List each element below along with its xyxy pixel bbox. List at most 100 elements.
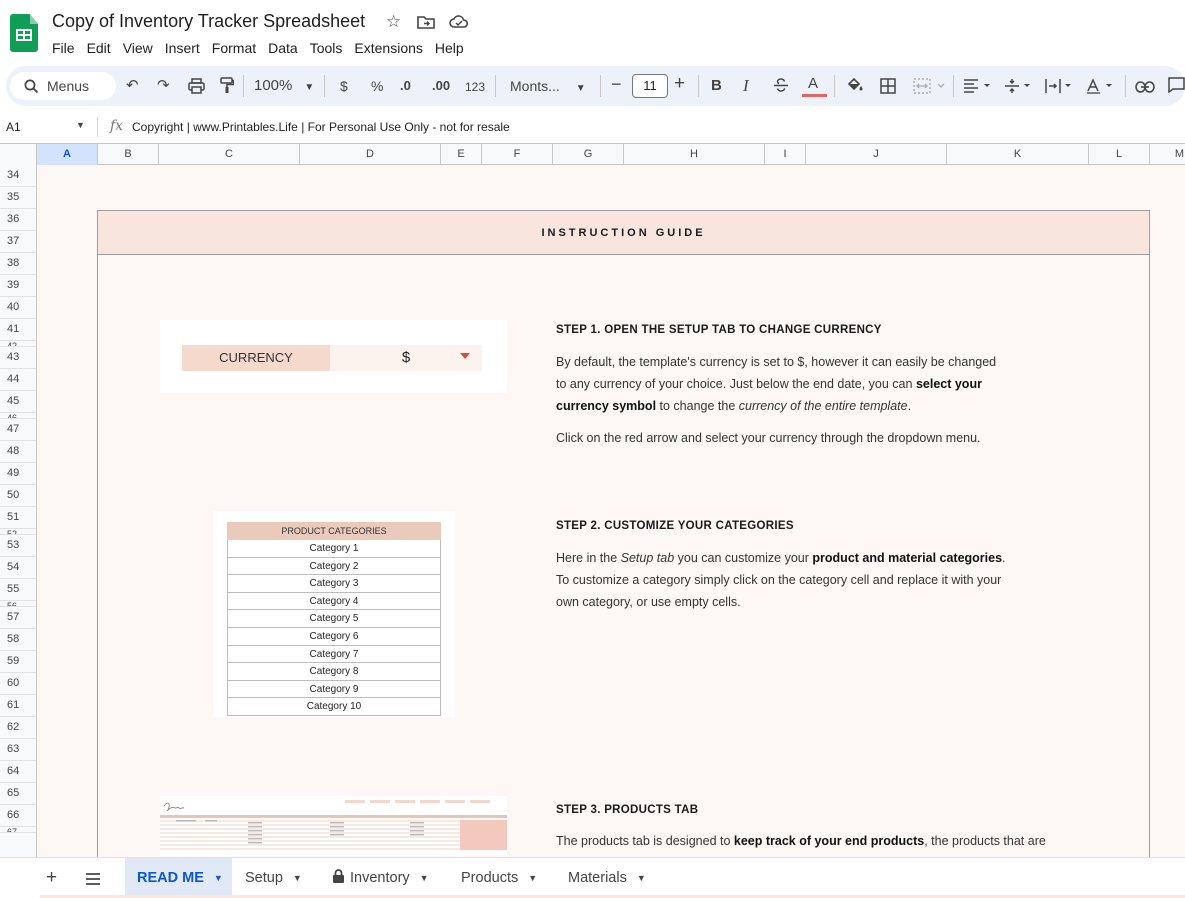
column-header[interactable]: K bbox=[947, 144, 1089, 165]
row-header[interactable]: 65 bbox=[0, 783, 36, 805]
row-header[interactable]: 49 bbox=[0, 463, 36, 485]
font-select[interactable]: Monts... ▼ bbox=[510, 76, 586, 99]
insert-comment-icon[interactable] bbox=[1168, 77, 1185, 99]
row-header[interactable]: 66 bbox=[0, 805, 36, 827]
add-sheet-icon[interactable]: + bbox=[46, 867, 57, 889]
row-header[interactable]: 37 bbox=[0, 231, 36, 253]
row-header[interactable]: 35 bbox=[0, 187, 36, 209]
column-header[interactable]: E bbox=[441, 144, 482, 165]
row-header[interactable]: 67 bbox=[0, 827, 36, 833]
row-header[interactable]: 34 bbox=[0, 165, 36, 187]
row-header[interactable]: 45 bbox=[0, 391, 36, 413]
undo-icon[interactable]: ↶ bbox=[126, 76, 139, 96]
row-header[interactable]: 40 bbox=[0, 297, 36, 319]
increase-decimal-button[interactable]: .00 bbox=[432, 76, 450, 96]
fx-icon: fx bbox=[110, 118, 124, 134]
row-header[interactable]: 48 bbox=[0, 441, 36, 463]
row-header[interactable]: 43 bbox=[0, 347, 36, 369]
paint-format-icon[interactable] bbox=[220, 77, 235, 100]
text-wrap-icon[interactable] bbox=[1045, 78, 1077, 100]
column-header[interactable]: M bbox=[1150, 144, 1185, 165]
text-color-button[interactable]: A bbox=[808, 74, 818, 94]
chevron-down-icon[interactable]: ▼ bbox=[76, 120, 85, 130]
menu-format[interactable]: Format bbox=[206, 39, 262, 57]
tab-inventory[interactable]: Inventory ▼ bbox=[320, 858, 441, 896]
row-header[interactable]: 57 bbox=[0, 607, 36, 629]
row-header[interactable]: 63 bbox=[0, 739, 36, 761]
row-header[interactable]: 41 bbox=[0, 319, 36, 341]
font-size-input[interactable]: 11 bbox=[632, 74, 668, 98]
document-title[interactable]: Copy of Inventory Tracker Spreadsheet bbox=[52, 11, 365, 32]
column-header[interactable]: G bbox=[553, 144, 624, 165]
redo-icon[interactable]: ↷ bbox=[157, 76, 170, 96]
row-header[interactable]: 44 bbox=[0, 369, 36, 391]
number-format-button[interactable]: 123 bbox=[465, 77, 485, 97]
column-header[interactable]: A bbox=[37, 144, 98, 165]
select-all-corner[interactable] bbox=[0, 144, 37, 165]
column-header[interactable]: B bbox=[98, 144, 159, 165]
insert-link-icon[interactable] bbox=[1135, 79, 1155, 99]
text-rotation-icon[interactable] bbox=[1086, 78, 1118, 100]
row-header[interactable]: 62 bbox=[0, 717, 36, 739]
tab-setup[interactable]: Setup ▼ bbox=[233, 858, 314, 896]
menu-edit[interactable]: Edit bbox=[81, 39, 117, 57]
currency-format-button[interactable]: $ bbox=[340, 76, 348, 96]
horizontal-align-icon[interactable] bbox=[963, 78, 995, 100]
row-header[interactable]: 60 bbox=[0, 673, 36, 695]
menu-insert[interactable]: Insert bbox=[159, 39, 206, 57]
menu-file[interactable]: File bbox=[52, 39, 81, 57]
row-header[interactable]: 38 bbox=[0, 253, 36, 275]
column-header[interactable]: J bbox=[806, 144, 947, 165]
row-header[interactable]: 51 bbox=[0, 507, 36, 529]
borders-icon[interactable] bbox=[880, 78, 896, 100]
star-icon[interactable]: ☆ bbox=[386, 12, 401, 32]
row-header[interactable]: 50 bbox=[0, 485, 36, 507]
tab-products[interactable]: Products ▼ bbox=[449, 858, 549, 896]
column-header[interactable]: L bbox=[1089, 144, 1150, 165]
vertical-align-icon[interactable] bbox=[1004, 78, 1036, 100]
sheet-grid[interactable]: INSTRUCTION GUIDE CURRENCY $ PRODUCT CAT… bbox=[37, 165, 1185, 857]
menu-extensions[interactable]: Extensions bbox=[348, 39, 428, 57]
bold-button[interactable]: B bbox=[711, 76, 722, 96]
menu-data[interactable]: Data bbox=[262, 39, 304, 57]
row-header[interactable]: 47 bbox=[0, 419, 36, 441]
tab-read-me[interactable]: READ ME ▼ bbox=[125, 858, 232, 896]
menus-search-button[interactable]: Menus bbox=[10, 72, 116, 100]
menu-tools[interactable]: Tools bbox=[304, 39, 349, 57]
text-color-letter: A bbox=[808, 75, 819, 92]
decrease-decimal-button[interactable]: .0 bbox=[400, 76, 411, 96]
column-header[interactable]: C bbox=[159, 144, 300, 165]
row-header[interactable]: 36 bbox=[0, 209, 36, 231]
row-headers: 34 35 36 37 38 39 40 41 42 43 44 45 46 4… bbox=[0, 165, 37, 857]
name-box[interactable]: A1 bbox=[6, 120, 21, 134]
merge-cells-icon[interactable] bbox=[913, 78, 945, 100]
decrease-font-size-button[interactable]: − bbox=[611, 74, 622, 94]
menu-view[interactable]: View bbox=[117, 39, 159, 57]
row-header[interactable]: 61 bbox=[0, 695, 36, 717]
row-header[interactable]: 39 bbox=[0, 275, 36, 297]
cloud-status-icon[interactable] bbox=[449, 14, 469, 34]
increase-font-size-button[interactable]: + bbox=[674, 74, 685, 94]
column-header[interactable]: D bbox=[300, 144, 441, 165]
all-sheets-icon[interactable] bbox=[85, 872, 101, 890]
zoom-select[interactable]: 100% ▼ bbox=[254, 76, 314, 98]
row-header[interactable]: 53 bbox=[0, 535, 36, 557]
row-header[interactable]: 64 bbox=[0, 761, 36, 783]
print-icon[interactable] bbox=[188, 78, 205, 100]
move-folder-icon[interactable] bbox=[417, 14, 435, 34]
percent-format-button[interactable]: % bbox=[371, 76, 383, 96]
row-header[interactable]: 55 bbox=[0, 579, 36, 601]
fill-color-icon[interactable] bbox=[846, 77, 864, 99]
menu-help[interactable]: Help bbox=[429, 39, 470, 57]
sheets-logo-icon[interactable] bbox=[10, 14, 38, 52]
tab-materials[interactable]: Materials ▼ bbox=[556, 858, 658, 896]
strikethrough-icon[interactable] bbox=[773, 77, 789, 99]
row-header[interactable]: 59 bbox=[0, 651, 36, 673]
italic-button[interactable]: I bbox=[743, 76, 749, 96]
row-header[interactable]: 58 bbox=[0, 629, 36, 651]
row-header[interactable]: 54 bbox=[0, 557, 36, 579]
column-header[interactable]: F bbox=[482, 144, 553, 165]
column-header[interactable]: H bbox=[624, 144, 765, 165]
formula-input[interactable]: Copyright | www.Printables.Life | For Pe… bbox=[132, 120, 510, 134]
column-header[interactable]: I bbox=[765, 144, 806, 165]
